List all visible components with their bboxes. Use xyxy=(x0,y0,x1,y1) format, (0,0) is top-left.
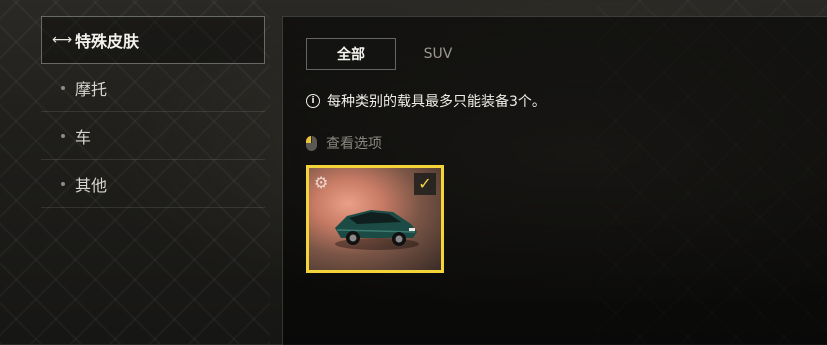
info-icon: i xyxy=(306,94,320,108)
mouse-icon xyxy=(306,135,317,151)
sidebar-item-other[interactable]: 其他 xyxy=(41,160,265,208)
skin-panel: 全部 SUV i 每种类别的载具最多只能装备3个。 查看选项 ⚙ ✓ xyxy=(282,16,827,345)
swap-arrows-icon: ⟷ xyxy=(52,32,73,48)
car-image xyxy=(335,210,419,250)
equip-limit-notice: i 每种类别的载具最多只能装备3个。 xyxy=(306,91,546,111)
sidebar-item-label: 其他 xyxy=(75,175,108,195)
sidebar-item-special-skins[interactable]: ⟷ 特殊皮肤 xyxy=(41,16,265,64)
sidebar-item-label: 特殊皮肤 xyxy=(75,32,140,51)
sidebar-item-label: 车 xyxy=(75,127,92,147)
category-sidebar: ⟷ 特殊皮肤 摩托 车 其他 xyxy=(41,16,265,208)
notice-text: 每种类别的载具最多只能装备3个。 xyxy=(327,94,546,110)
gear-icon: ⚙ xyxy=(314,173,329,192)
tab-all[interactable]: 全部 xyxy=(306,38,396,70)
checkmark-icon[interactable]: ✓ xyxy=(414,173,436,195)
bullet-icon xyxy=(61,181,65,186)
tab-suv[interactable]: SUV xyxy=(396,38,480,70)
view-options-hint[interactable]: 查看选项 xyxy=(306,133,382,153)
filter-tabs: 全部 SUV xyxy=(306,38,480,70)
view-options-label: 查看选项 xyxy=(326,136,382,152)
bullet-icon xyxy=(61,85,65,90)
bullet-icon xyxy=(61,133,65,138)
skin-card[interactable]: ⚙ ✓ xyxy=(306,165,444,273)
sidebar-item-car[interactable]: 车 xyxy=(41,112,265,160)
sidebar-item-motorcycle[interactable]: 摩托 xyxy=(41,64,265,112)
sidebar-item-label: 摩托 xyxy=(75,79,108,99)
